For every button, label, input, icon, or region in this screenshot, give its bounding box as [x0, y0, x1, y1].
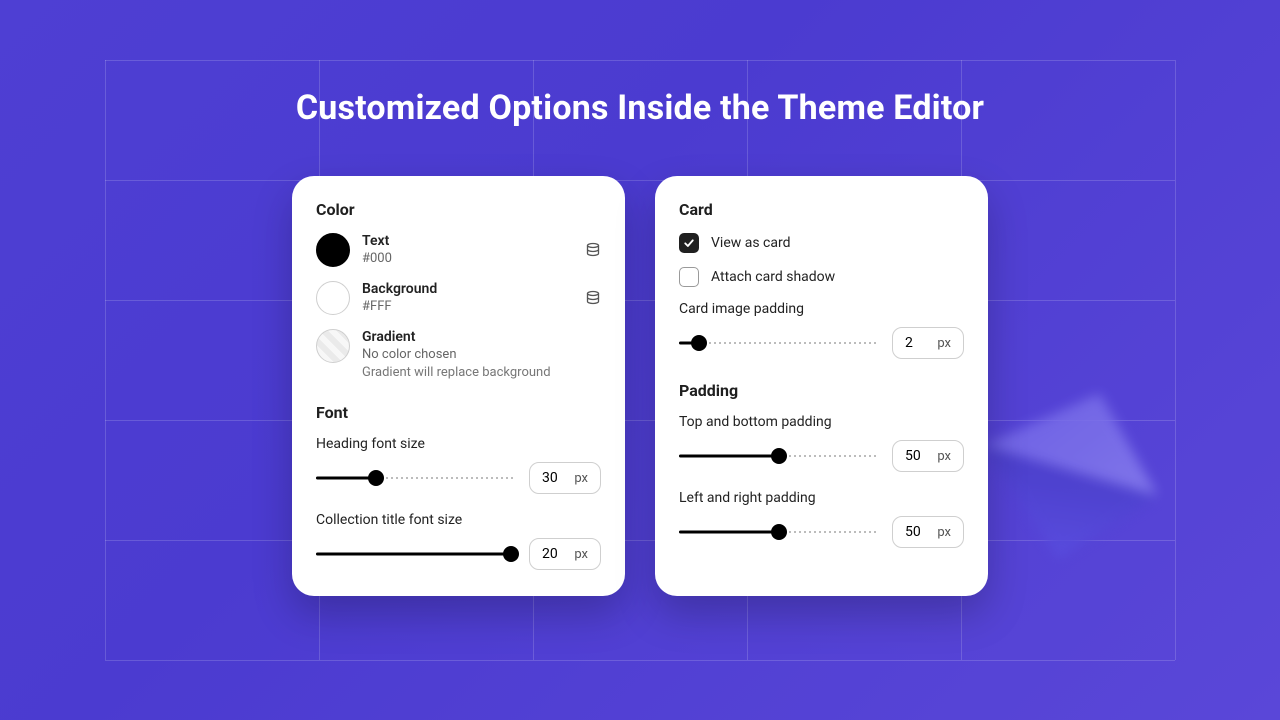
value-input-image-padding[interactable]: 2 px — [892, 327, 964, 359]
color-value: #FFF — [362, 299, 573, 315]
value-number: 20 — [542, 546, 558, 562]
slider-top-bottom-padding: 50 px — [679, 440, 964, 472]
panel-card-padding: Card View as card Attach card shadow Car… — [655, 176, 988, 596]
color-label: Text — [362, 233, 573, 251]
value-input-top-bottom-padding[interactable]: 50 px — [892, 440, 964, 472]
value-unit: px — [574, 471, 588, 486]
slider-track[interactable] — [679, 333, 878, 353]
panel-color-font: Color Text #000 Backgro — [292, 176, 625, 596]
section-heading-card: Card — [679, 200, 964, 219]
field-label-collection-size: Collection title font size — [316, 512, 601, 528]
settings-panels: Color Text #000 Backgro — [0, 176, 1280, 596]
value-input-heading-size[interactable]: 30 px — [529, 462, 601, 494]
section-heading-color: Color — [316, 200, 601, 219]
database-icon[interactable] — [585, 242, 601, 258]
slider-thumb[interactable] — [368, 470, 384, 486]
slider-track[interactable] — [679, 446, 878, 466]
color-label: Background — [362, 281, 573, 299]
color-info: Gradient No color chosen Gradient will r… — [362, 329, 601, 381]
database-icon[interactable] — [585, 290, 601, 306]
field-label-top-bottom-padding: Top and bottom padding — [679, 414, 964, 430]
color-swatch-background[interactable] — [316, 281, 350, 315]
section-heading-padding: Padding — [679, 381, 964, 400]
field-label-left-right-padding: Left and right padding — [679, 490, 964, 506]
value-input-collection-size[interactable]: 20 px — [529, 538, 601, 570]
checkbox-view-as-card[interactable] — [679, 233, 699, 253]
value-number: 30 — [542, 470, 558, 486]
color-value: #000 — [362, 251, 573, 267]
slider-left-right-padding: 50 px — [679, 516, 964, 548]
section-heading-font: Font — [316, 403, 601, 422]
slider-image-padding: 2 px — [679, 327, 964, 359]
slider-collection-size: 20 px — [316, 538, 601, 570]
checkbox-label: View as card — [711, 235, 791, 251]
slider-heading-size: 30 px — [316, 462, 601, 494]
checkbox-row-attach-shadow[interactable]: Attach card shadow — [679, 267, 964, 287]
field-label-image-padding: Card image padding — [679, 301, 964, 317]
color-info: Text #000 — [362, 233, 573, 267]
slider-track[interactable] — [316, 468, 515, 488]
slider-track[interactable] — [679, 522, 878, 542]
page-title: Customized Options Inside the Theme Edit… — [0, 88, 1280, 128]
value-number: 50 — [905, 448, 921, 464]
slider-thumb[interactable] — [503, 546, 519, 562]
color-value: No color chosen — [362, 347, 601, 363]
value-unit: px — [937, 525, 951, 540]
slider-thumb[interactable] — [771, 448, 787, 464]
slider-thumb[interactable] — [691, 335, 707, 351]
value-number: 2 — [905, 335, 913, 351]
value-unit: px — [937, 336, 951, 351]
color-label: Gradient — [362, 329, 601, 347]
field-label-heading-size: Heading font size — [316, 436, 601, 452]
value-number: 50 — [905, 524, 921, 540]
color-row-text[interactable]: Text #000 — [316, 233, 601, 267]
stage: Customized Options Inside the Theme Edit… — [0, 0, 1280, 720]
value-unit: px — [937, 449, 951, 464]
color-row-background[interactable]: Background #FFF — [316, 281, 601, 315]
color-info: Background #FFF — [362, 281, 573, 315]
checkbox-attach-shadow[interactable] — [679, 267, 699, 287]
value-input-left-right-padding[interactable]: 50 px — [892, 516, 964, 548]
value-unit: px — [574, 547, 588, 562]
color-row-gradient[interactable]: Gradient No color chosen Gradient will r… — [316, 329, 601, 381]
checkbox-row-view-as-card[interactable]: View as card — [679, 233, 964, 253]
color-swatch-text[interactable] — [316, 233, 350, 267]
slider-thumb[interactable] — [771, 524, 787, 540]
checkbox-label: Attach card shadow — [711, 269, 835, 285]
slider-track[interactable] — [316, 544, 515, 564]
color-swatch-gradient[interactable] — [316, 329, 350, 363]
color-note: Gradient will replace background — [362, 365, 601, 381]
